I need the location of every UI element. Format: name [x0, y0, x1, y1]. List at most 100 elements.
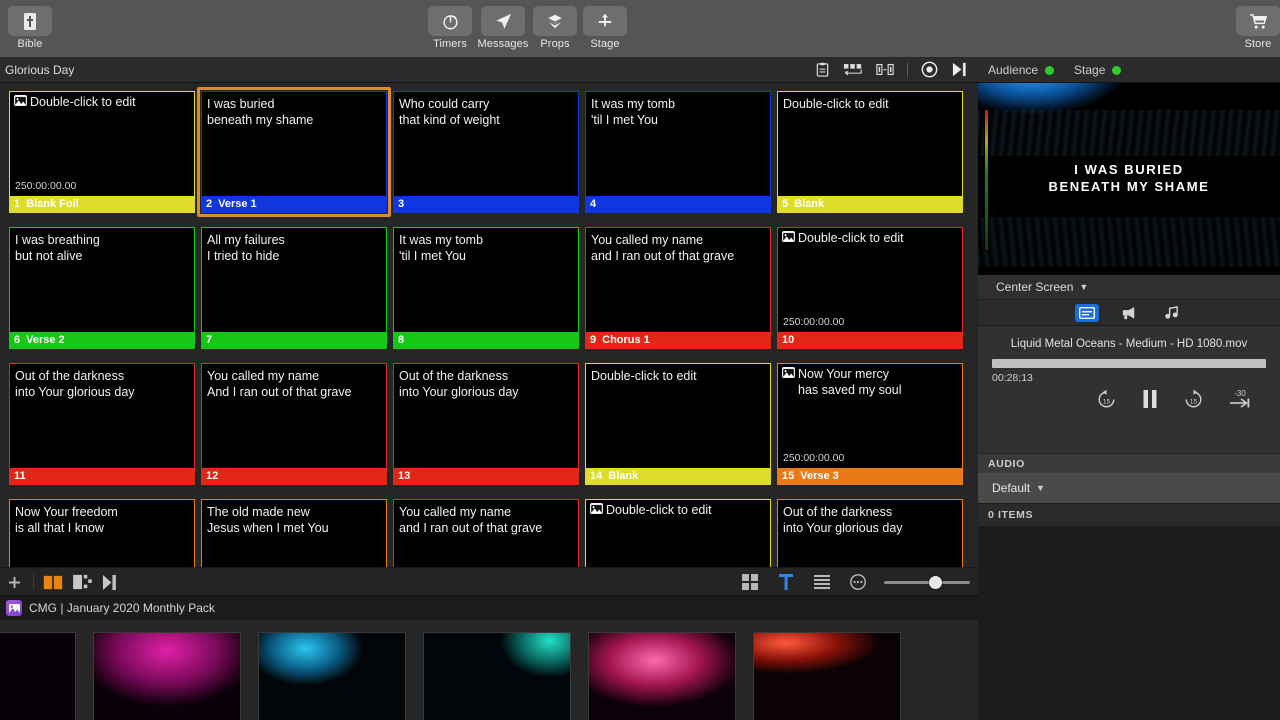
- slide-text: Who could carry that kind of weight: [399, 97, 500, 127]
- media-progress-bar[interactable]: [992, 359, 1266, 368]
- zoom-slider[interactable]: [884, 575, 970, 589]
- slide-thumbnail[interactable]: You called my name And I ran out of that…: [201, 363, 387, 485]
- slide-label[interactable]: 5 Blank: [778, 196, 962, 212]
- library-header[interactable]: CMG | January 2020 Monthly Pack: [0, 595, 978, 620]
- slide-label[interactable]: 2 Verse 1: [202, 196, 386, 212]
- slide-text: Double-click to edit: [591, 369, 697, 383]
- status-bar: Audience Stage: [978, 58, 1280, 83]
- slide-thumbnail[interactable]: Out of the darkness into Your glorious d…: [9, 363, 195, 485]
- stage-status-dot[interactable]: [1112, 65, 1122, 75]
- list-view-button[interactable]: [812, 574, 832, 590]
- slide-label[interactable]: 14 Blank: [586, 468, 770, 484]
- slide-thumbnail[interactable]: You called my name and I ran out of that…: [585, 227, 771, 349]
- arrangement-icon[interactable]: [843, 62, 863, 77]
- preview-lyric-text: I WAS BURIED BENEATH MY SHAME: [1048, 162, 1210, 194]
- slide-label[interactable]: 1 Blank Foil: [10, 196, 194, 212]
- slide-label[interactable]: 9 Chorus 1: [586, 332, 770, 348]
- media-thumbnail[interactable]: [258, 632, 406, 720]
- slide-thumbnail[interactable]: All my failures I tried to hide 7: [201, 227, 387, 349]
- chevron-down-icon: ▼: [1036, 483, 1045, 493]
- slide-thumbnail[interactable]: I was breathing but not alive 6 Verse 2: [9, 227, 195, 349]
- media-thumbnail[interactable]: [588, 632, 736, 720]
- group-icon[interactable]: [876, 62, 894, 77]
- zoom-slider-knob[interactable]: [928, 575, 942, 589]
- notes-icon[interactable]: [815, 62, 830, 77]
- skip-minus-30-button[interactable]: -30: [1228, 388, 1252, 415]
- slide-thumbnail[interactable]: Now Your freedom is all that I know16: [9, 499, 195, 567]
- slide-thumbnail[interactable]: Now Your mercy has saved my soul 250:00:0…: [777, 363, 963, 485]
- grid-view-button[interactable]: [740, 574, 760, 590]
- back-15-button[interactable]: 15: [1096, 389, 1117, 415]
- preview-texture-top: [978, 109, 1280, 156]
- store-button[interactable]: [1236, 6, 1280, 36]
- slide-label[interactable]: 6 Verse 2: [10, 332, 194, 348]
- transition-button[interactable]: [72, 574, 92, 590]
- slide-group-name: Blank: [794, 198, 825, 210]
- slide-thumbnail[interactable]: Double-click to edit 250:00:00.00 1 Blank F…: [9, 91, 195, 213]
- slide-label[interactable]: 13: [394, 468, 578, 484]
- media-player: Liquid Metal Oceans - Medium - HD 1080.m…: [978, 326, 1280, 453]
- screen-selector[interactable]: Center Screen ▼: [978, 275, 1280, 300]
- slide-tab-button[interactable]: [1075, 303, 1099, 322]
- slide-thumbnail[interactable]: Who could carry that kind of weight 3: [393, 91, 579, 213]
- options-button[interactable]: [848, 574, 868, 590]
- slide-number: 10: [782, 334, 795, 346]
- preview-pane[interactable]: I WAS BURIED BENEATH MY SHAME: [978, 83, 1280, 275]
- slide-thumbnail[interactable]: Out of the darkness into Your glorious d…: [777, 499, 963, 567]
- media-thumbnail-image: [259, 633, 405, 720]
- bible-button[interactable]: [8, 6, 52, 36]
- slide-label[interactable]: 7: [202, 332, 386, 348]
- record-icon[interactable]: [921, 61, 938, 78]
- media-thumbnail-image: [0, 633, 75, 720]
- messages-icon: [495, 13, 511, 29]
- slide-thumbnail[interactable]: Double-click to edit19: [585, 499, 771, 567]
- props-button[interactable]: [533, 6, 577, 36]
- slide-group-name: Verse 2: [26, 334, 65, 346]
- slide-thumbnail[interactable]: It was my tomb 'til I met You 4: [585, 91, 771, 213]
- slide-thumbnail[interactable]: I was buried beneath my shame 2 Verse 1: [201, 91, 387, 213]
- add-icon: [8, 576, 20, 588]
- columns-button[interactable]: [43, 574, 63, 590]
- media-thumbnail[interactable]: [423, 632, 571, 720]
- slide-number: 2: [206, 198, 213, 210]
- timers-button[interactable]: [428, 6, 472, 36]
- advance-button[interactable]: [101, 574, 121, 590]
- slide-label[interactable]: 15 Verse 3: [778, 468, 962, 484]
- slide-thumbnail[interactable]: You called my name and I ran out of that…: [393, 499, 579, 567]
- audio-items-list[interactable]: [978, 527, 1280, 720]
- slide-label[interactable]: 12: [202, 468, 386, 484]
- pause-button[interactable]: [1141, 389, 1159, 414]
- fast-forward-icon[interactable]: [951, 61, 970, 78]
- stage-button[interactable]: [583, 6, 627, 36]
- slide-thumbnail[interactable]: Double-click to edit 250:00:00.00 10: [777, 227, 963, 349]
- slide-thumbnail[interactable]: Double-click to edit 5 Blank: [777, 91, 963, 213]
- slide-text: Out of the darkness into Your glorious d…: [15, 369, 135, 399]
- audio-tab-button[interactable]: [1159, 304, 1183, 322]
- forward-15-button[interactable]: 15: [1183, 389, 1204, 415]
- media-thumbnail[interactable]: [0, 632, 76, 720]
- media-badge-icon: [14, 95, 27, 106]
- slide-label[interactable]: 10: [778, 332, 962, 348]
- slide-label[interactable]: 11: [10, 468, 194, 484]
- audio-output-selector[interactable]: Default ▼: [978, 473, 1280, 503]
- media-thumbnail[interactable]: [753, 632, 901, 720]
- audience-status-dot[interactable]: [1045, 65, 1055, 75]
- slide-number: 3: [398, 198, 405, 210]
- list-view-icon: [814, 575, 830, 589]
- slide-thumbnail[interactable]: Double-click to edit 14 Blank: [585, 363, 771, 485]
- slide-label[interactable]: 4: [586, 196, 770, 212]
- slide-label[interactable]: 8: [394, 332, 578, 348]
- slide-number: 12: [206, 470, 219, 482]
- slide-label[interactable]: 3: [394, 196, 578, 212]
- grid-toolbar-left: [4, 568, 121, 596]
- text-view-button[interactable]: [776, 574, 796, 590]
- slide-thumbnail[interactable]: The old made new Jesus when I met You17: [201, 499, 387, 567]
- slide-thumbnail[interactable]: It was my tomb 'til I met You 8: [393, 227, 579, 349]
- media-thumbnail[interactable]: [93, 632, 241, 720]
- slide-thumbnail[interactable]: Out of the darkness into Your glorious d…: [393, 363, 579, 485]
- prop-tab-button[interactable]: [1117, 304, 1141, 322]
- slide-number: 13: [398, 470, 411, 482]
- messages-button[interactable]: [481, 6, 525, 36]
- add-slide-button[interactable]: [4, 574, 24, 590]
- slide-icon: [1079, 306, 1095, 319]
